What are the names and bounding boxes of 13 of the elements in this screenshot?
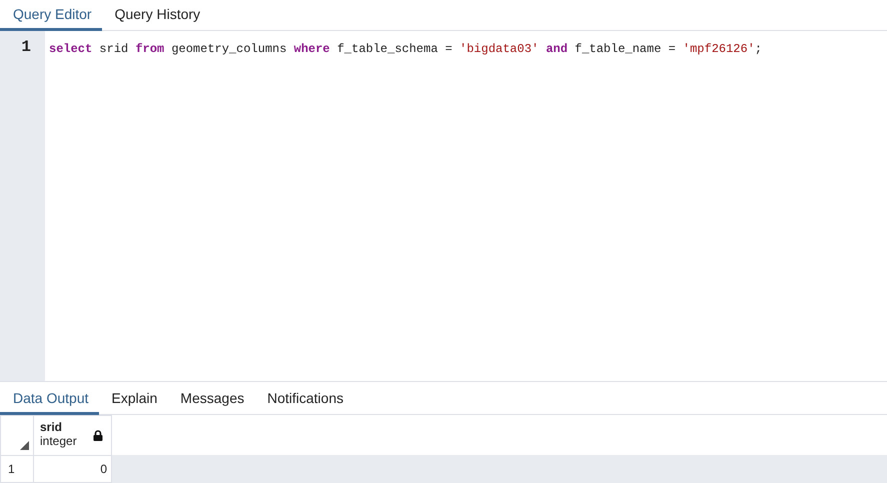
table-cell: 0 (34, 456, 112, 482)
output-tab[interactable]: Explain (98, 382, 168, 415)
column-name: srid (40, 420, 64, 434)
output-tab[interactable]: Messages (167, 382, 254, 415)
row-number[interactable]: 1 (0, 456, 34, 482)
editor-tab[interactable]: Query History (102, 0, 210, 31)
select-all-cell[interactable] (0, 416, 34, 456)
output-tab[interactable]: Notifications (254, 382, 354, 415)
column-header[interactable]: srid integer (34, 416, 112, 456)
corner-triangle-icon (20, 441, 29, 450)
line-number: 1 (20, 37, 32, 57)
column-type: integer (40, 434, 78, 448)
code-line: select srid from geometry_columns where f_table_schema = 'bigdata03' and f_table_name = 'mpf26126'; (49, 42, 762, 56)
